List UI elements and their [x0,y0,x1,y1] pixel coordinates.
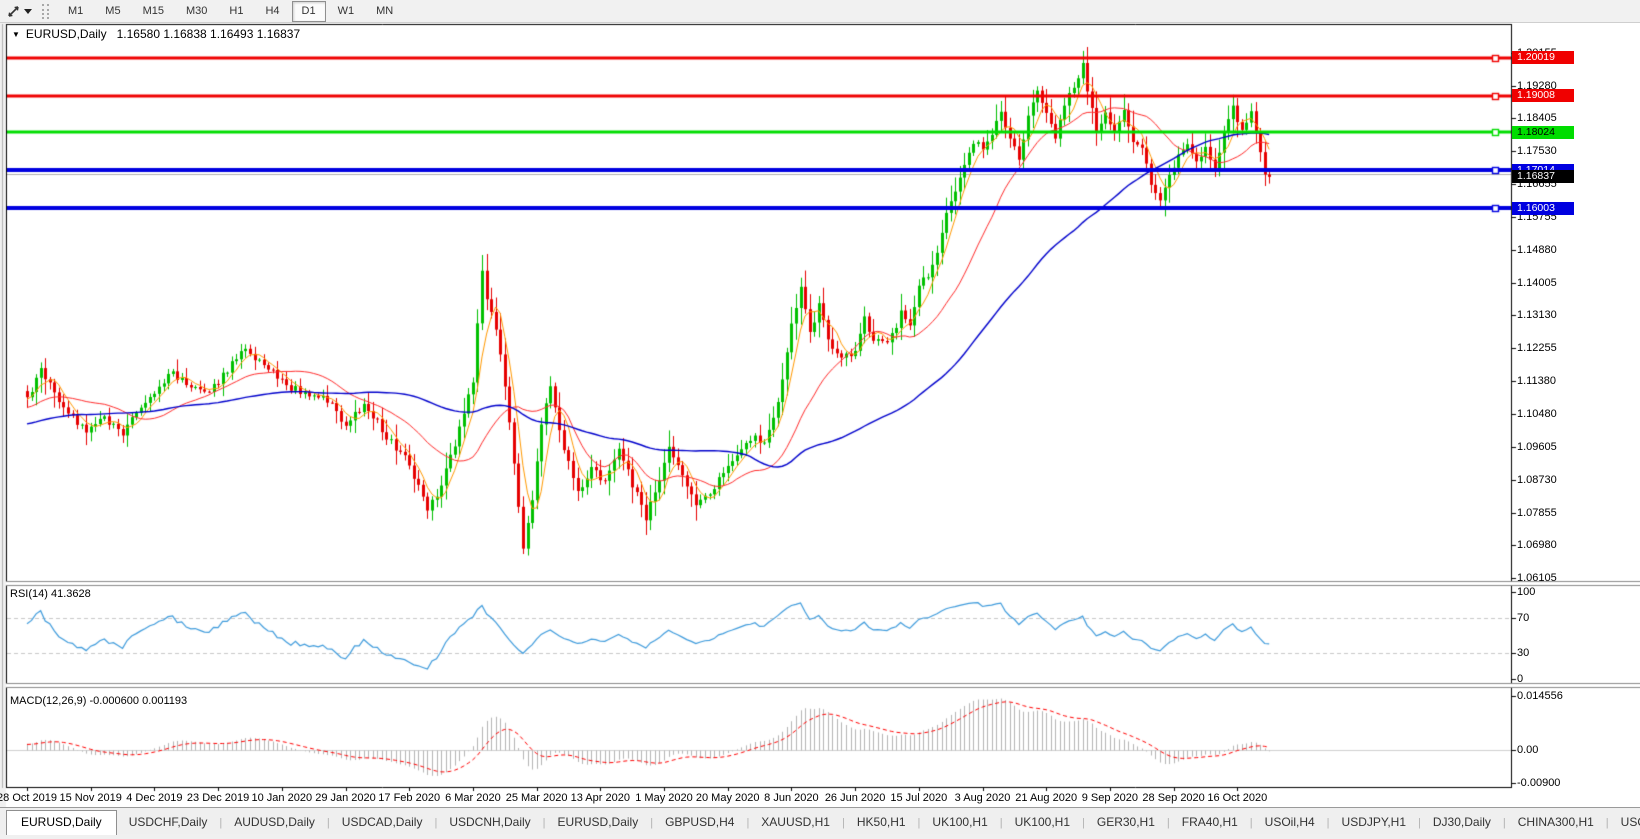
chart-tab[interactable]: USDJPY,H1 [1330,811,1418,834]
chart-tab[interactable]: EURUSD,Daily [546,811,651,834]
chart-tab-active[interactable]: EURUSD,Daily [6,810,117,835]
chart-tab[interactable]: FRA40,H1 [1170,811,1250,834]
chart-tab[interactable]: XAUUSD,H1 [749,811,842,834]
timeframe-button-m5[interactable]: M5 [95,1,130,22]
toolbar: M1M5M15M30H1H4D1W1MN [0,0,1640,23]
price-chart-canvas[interactable] [0,22,1640,807]
chart-tab[interactable]: USOil,H1 [1609,811,1640,834]
timeframe-button-m30[interactable]: M30 [176,1,217,22]
timeframe-button-mn[interactable]: MN [366,1,403,22]
timeframe-button-h1[interactable]: H1 [219,1,253,22]
collapse-arrow-icon[interactable]: ▼ [12,30,20,39]
chart-tab[interactable]: GBPUSD,H4 [653,811,746,834]
chart-cursor-tool-icon[interactable] [3,2,23,20]
chart-ohlc-values: 1.16580 1.16838 1.16493 1.16837 [117,27,301,41]
chart-tab[interactable]: USDCAD,Daily [330,811,435,834]
macd-indicator-label: MACD(12,26,9) -0.000600 0.001193 [10,695,187,707]
chart-tab[interactable]: UK100,H1 [1003,811,1082,834]
chart-tab[interactable]: DJ30,Daily [1421,811,1503,834]
chart-tab[interactable]: AUDUSD,Daily [222,811,327,834]
metatrader-terminal: { "toolbar": { "timeframes": ["M1","M5",… [0,0,1640,838]
chart-tab[interactable]: USDCHF,Daily [117,811,220,834]
timeframe-button-w1[interactable]: W1 [328,1,365,22]
timeframe-button-d1[interactable]: D1 [292,1,326,22]
chart-title-row: ▼ EURUSD,Daily 1.16580 1.16838 1.16493 1.1… [12,27,300,41]
timeframe-button-m1[interactable]: M1 [58,1,93,22]
chart-tab[interactable]: GER30,H1 [1085,811,1167,834]
chart-tab[interactable]: CHINA300,H1 [1506,811,1606,834]
chart-window: ▼ EURUSD,Daily 1.16580 1.16838 1.16493 1.1… [0,22,1640,807]
chart-cursor-tool-glyph [6,4,21,19]
chart-tab[interactable]: UK100,H1 [920,811,999,834]
chart-symbol-label: EURUSD,Daily [26,27,107,41]
chart-tab[interactable]: USDCNH,Daily [437,811,542,834]
chart-tabs: EURUSD,DailyUSDCHF,Daily|AUDUSD,Daily|US… [0,809,1640,834]
chart-tab[interactable]: USOil,H4 [1253,811,1327,834]
toolbar-grip [42,4,49,19]
timeframe-button-h4[interactable]: H4 [255,1,289,22]
rsi-indicator-label: RSI(14) 41.3628 [10,588,91,600]
dropdown-caret-icon[interactable] [24,9,32,14]
chart-tab[interactable]: HK50,H1 [845,811,918,834]
chart-tabs-bar: EURUSD,DailyUSDCHF,Daily|AUDUSD,Daily|US… [0,807,1640,834]
timeframe-button-m15[interactable]: M15 [133,1,174,22]
timeframe-buttons: M1M5M15M30H1H4D1W1MN [57,1,404,22]
